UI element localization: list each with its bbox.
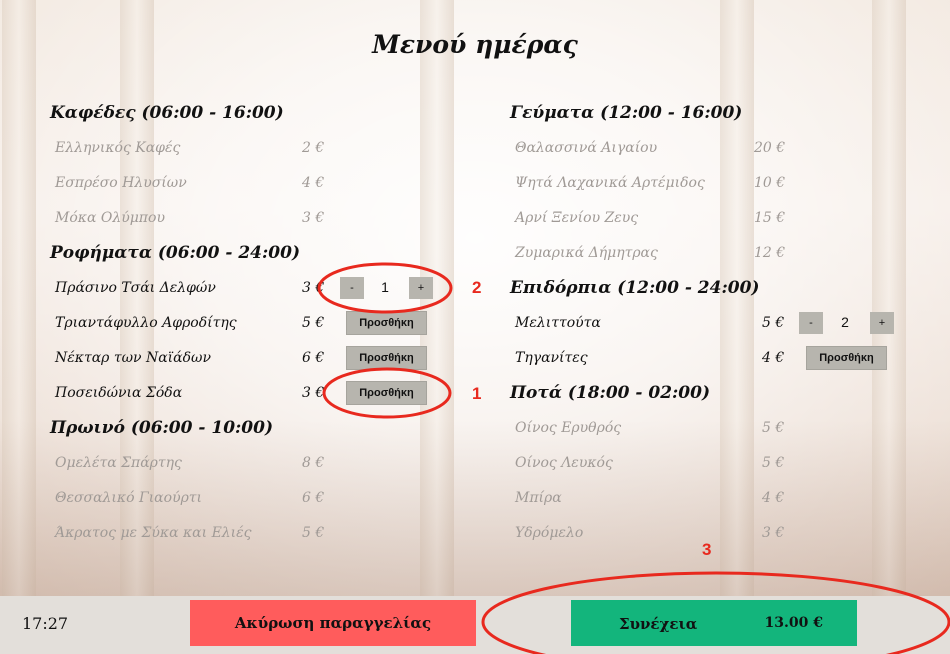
menu-item-name: Μελιττούτα [515, 315, 601, 331]
restaurant-background [0, 0, 950, 596]
menu-item-name: Θαλασσινά Αιγαίου [515, 140, 658, 156]
increase-quantity-button[interactable]: + [409, 277, 433, 299]
menu-item-name: Τριαντάφυλλο Αφροδίτης [55, 315, 237, 331]
menu-item-price: 4 € [302, 175, 325, 191]
menu-item-price: 3 € [762, 525, 785, 541]
menu-item-price: 5 € [302, 525, 325, 541]
menu-item-price: 4 € [762, 490, 785, 506]
add-item-button[interactable]: Προσθήκη [346, 381, 427, 405]
menu-item-name: Ομελέτα Σπάρτης [55, 455, 182, 471]
menu-item-price: 12 € [754, 245, 786, 261]
order-footer: 17:27 Ακύρωση παραγγελίας Συνέχεια 13.00… [0, 596, 950, 654]
menu-item-price: 3 € [302, 385, 325, 401]
order-total: 13.00 € [764, 615, 823, 631]
menu-item-name: Υδρόμελο [515, 525, 584, 541]
increase-quantity-button[interactable]: + [870, 312, 894, 334]
section-title-coffees: Καφέδες (06:00 - 16:00) [50, 103, 284, 123]
menu-item-name: Θεσσαλικό Γιαούρτι [55, 490, 203, 506]
continue-label: Συνέχεια [619, 615, 698, 633]
menu-item-name: Ζυμαρικά Δήμητρας [515, 245, 658, 261]
menu-item-name: Μπίρα [515, 490, 562, 506]
menu-item-price: 5 € [762, 420, 785, 436]
menu-item-name: Αρνί Ξενίου Ζευς [515, 210, 639, 226]
menu-item-price: 6 € [302, 490, 325, 506]
section-title-desserts: Επιδόρπια (12:00 - 24:00) [510, 278, 760, 298]
section-title-meals: Γεύματα (12:00 - 16:00) [510, 103, 743, 123]
section-title-breakfast: Πρωινό (06:00 - 10:00) [50, 418, 273, 438]
menu-item-name: Μόκα Ολύμπου [55, 210, 165, 226]
page-title: Μενού ημέρας [372, 30, 578, 59]
quantity-value: 1 [381, 279, 389, 295]
menu-item-name: Οίνος Ερυθρός [515, 420, 622, 436]
floor-shade [0, 420, 950, 596]
menu-item-name: Ψητά Λαχανικά Αρτέμιδος [515, 175, 705, 191]
menu-item-name: Εσπρέσο Ηλυσίων [55, 175, 187, 191]
add-item-button[interactable]: Προσθήκη [346, 311, 427, 335]
menu-item-price: 5 € [302, 315, 325, 331]
menu-item-price: 3 € [302, 210, 325, 226]
menu-item-price: 3 € [302, 280, 325, 296]
add-item-button[interactable]: Προσθήκη [806, 346, 887, 370]
menu-item-name: Οίνος Λευκός [515, 455, 613, 471]
menu-item-name: Τηγανίτες [515, 350, 588, 366]
menu-item-price: 6 € [302, 350, 325, 366]
menu-item-name: Ελληνικός Καφές [55, 140, 181, 156]
menu-item-price: 15 € [754, 210, 786, 226]
menu-item-name: Άκρατος με Σύκα και Ελιές [55, 525, 252, 541]
add-item-button[interactable]: Προσθήκη [346, 346, 427, 370]
menu-item-price: 20 € [754, 140, 786, 156]
menu-item-price: 5 € [762, 315, 785, 331]
annotation-number-1: 1 [472, 384, 482, 403]
continue-button[interactable]: Συνέχεια 13.00 € [571, 600, 857, 646]
menu-item-price: 8 € [302, 455, 325, 471]
cancel-order-button[interactable]: Ακύρωση παραγγελίας [190, 600, 476, 646]
menu-item-price: 10 € [754, 175, 786, 191]
annotation-number-2: 2 [472, 278, 482, 297]
menu-item-price: 2 € [302, 140, 325, 156]
menu-item-name: Ποσειδώνια Σόδα [55, 385, 183, 401]
section-title-beverages: Ποτά (18:00 - 02:00) [510, 383, 710, 403]
menu-item-price: 4 € [762, 350, 785, 366]
section-title-drinks: Ροφήματα (06:00 - 24:00) [50, 243, 300, 263]
menu-item-name: Πράσινο Τσάι Δελφών [55, 280, 216, 296]
clock-time: 17:27 [22, 614, 69, 633]
menu-item-name: Νέκταρ των Ναϊάδων [55, 350, 211, 366]
quantity-value: 2 [841, 314, 849, 330]
annotation-number-3: 3 [702, 540, 712, 559]
menu-item-price: 5 € [762, 455, 785, 471]
